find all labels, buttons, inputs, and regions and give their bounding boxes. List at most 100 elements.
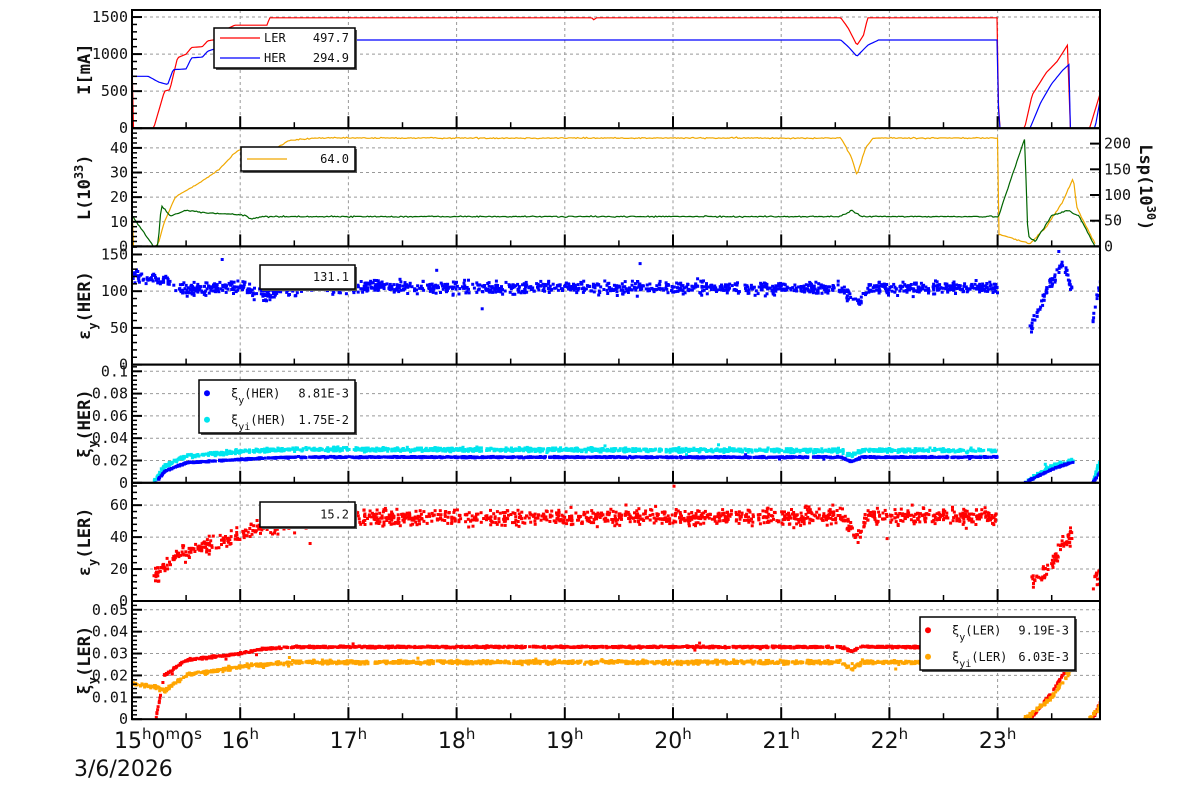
data-point: [974, 455, 978, 459]
data-point: [753, 293, 757, 297]
data-point: [658, 279, 662, 283]
data-point: [492, 447, 496, 451]
data-point: [565, 455, 569, 459]
data-point: [520, 455, 523, 459]
data-point: [248, 527, 252, 530]
data-point: [884, 456, 888, 460]
data-point: [831, 514, 835, 518]
data-point: [905, 289, 909, 292]
data-point: [511, 283, 515, 287]
data-point: [209, 288, 213, 292]
data-point: [894, 287, 898, 291]
data-point: [542, 447, 545, 451]
data-point: [299, 456, 303, 460]
legend-dot-marker: [204, 416, 210, 423]
data-point: [883, 508, 887, 512]
data-point: [335, 447, 339, 451]
series-group: [132, 250, 1100, 334]
data-point: [622, 290, 626, 294]
data-point: [202, 292, 206, 296]
data-point: [736, 281, 739, 285]
data-point: [700, 293, 704, 297]
data-point: [935, 280, 939, 284]
data-point: [229, 283, 233, 287]
data-point: [520, 447, 524, 451]
data-point: [993, 285, 997, 289]
data-point: [1053, 273, 1057, 277]
data-point: [924, 455, 928, 459]
data-point: [500, 455, 504, 459]
data-point: [402, 448, 406, 452]
data-point: [229, 535, 233, 539]
data-point: [370, 286, 374, 290]
data-point: [446, 282, 450, 286]
data-point: [340, 448, 344, 452]
data-point: [165, 276, 169, 280]
data-point: [952, 280, 956, 284]
data-point: [464, 449, 468, 452]
data-point: [363, 523, 367, 526]
data-point: [408, 281, 412, 285]
data-point: [174, 289, 178, 293]
data-point: [562, 455, 566, 459]
data-point: [687, 448, 691, 452]
data-point: [809, 282, 813, 286]
data-point: [399, 280, 403, 284]
data-point: [1044, 288, 1048, 292]
data-point: [789, 451, 793, 455]
data-point: [488, 448, 492, 452]
data-point: [395, 507, 399, 511]
data-point: [965, 290, 969, 294]
data-point: [567, 287, 571, 291]
data-point: [430, 455, 434, 459]
data-point: [1041, 293, 1045, 297]
data-point: [775, 447, 779, 451]
data-point: [269, 294, 272, 298]
data-point: [547, 447, 551, 450]
data-point: [932, 288, 936, 292]
data-point: [506, 456, 510, 459]
data-point: [880, 283, 884, 287]
data-point: [497, 520, 501, 524]
data-point: [913, 447, 917, 451]
data-point: [804, 512, 808, 516]
data-point: [480, 307, 484, 311]
data-point: [285, 290, 289, 294]
data-point: [1095, 297, 1099, 301]
data-point: [486, 282, 490, 285]
data-point: [362, 455, 366, 459]
data-point: [650, 455, 654, 459]
data-point: [859, 300, 863, 304]
data-point: [1044, 291, 1048, 295]
y-tick-label: 40: [110, 139, 128, 157]
data-point: [211, 452, 215, 456]
data-point: [862, 456, 866, 460]
data-point: [671, 290, 675, 294]
data-point: [463, 284, 467, 288]
data-point: [725, 283, 729, 287]
data-point: [593, 286, 597, 290]
data-point: [836, 449, 840, 453]
data-point: [157, 280, 161, 284]
data-point: [410, 285, 414, 289]
data-point: [898, 289, 902, 293]
data-point: [196, 453, 200, 457]
data-point: [433, 455, 437, 459]
data-point: [906, 447, 910, 451]
data-point: [806, 288, 810, 292]
data-point: [838, 289, 842, 293]
data-point: [541, 289, 545, 292]
data-point: [517, 449, 521, 453]
data-point: [190, 460, 194, 464]
data-point: [157, 477, 161, 481]
data-point: [467, 278, 470, 282]
data-point: [870, 289, 873, 293]
data-point: [207, 284, 211, 288]
data-point: [405, 455, 409, 459]
data-point: [182, 281, 186, 285]
data-point: [874, 448, 878, 452]
data-point: [890, 289, 894, 293]
data-point: [750, 517, 753, 521]
data-point: [218, 280, 222, 284]
data-point: [477, 283, 481, 287]
